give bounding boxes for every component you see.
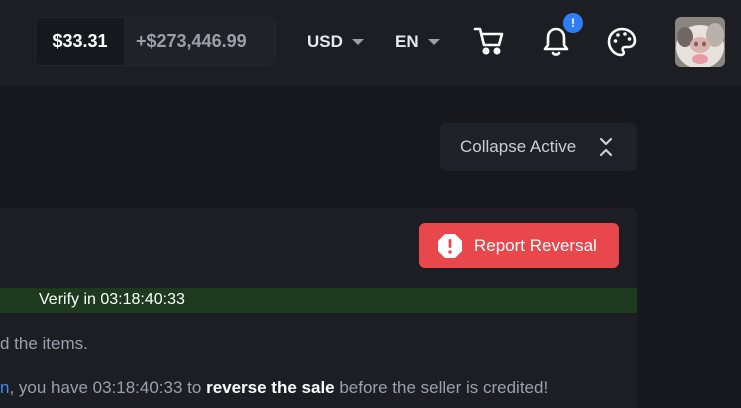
collapse-active-button[interactable]: Collapse Active	[440, 123, 637, 171]
top-bar: $33.31 +$273,446.99 USD EN !	[0, 0, 741, 86]
chevron-down-icon	[351, 39, 364, 45]
trade-instructions: n, you have 03:18:40:33 to reverse the s…	[0, 378, 548, 398]
report-reversal-button[interactable]: Report Reversal	[419, 223, 619, 268]
alert-octagon-icon	[437, 233, 463, 264]
collapse-icon	[599, 136, 613, 163]
balance-amount: $33.31	[52, 31, 108, 51]
collapse-active-label: Collapse Active	[460, 137, 577, 156]
pending-balance: +$273,446.99	[124, 18, 275, 65]
notification-badge: !	[563, 13, 583, 33]
reverse-sale-emphasis: reverse the sale	[206, 378, 335, 397]
report-reversal-label: Report Reversal	[474, 235, 597, 255]
chevron-down-icon	[427, 39, 440, 45]
balance-widget[interactable]: $33.31 +$273,446.99	[35, 17, 276, 66]
instructions-suffix: before the seller is credited!	[334, 378, 549, 397]
palette-icon[interactable]	[606, 26, 638, 58]
language-label: EN	[395, 32, 419, 51]
avatar[interactable]	[675, 17, 725, 67]
language-dropdown[interactable]: EN	[395, 31, 440, 53]
currency-dropdown[interactable]: USD	[307, 31, 364, 53]
trade-status-text: d the items.	[0, 334, 88, 353]
cart-icon[interactable]	[472, 26, 506, 56]
currency-label: USD	[307, 32, 343, 51]
instructions-mid: , you have 03:18:40:33 to	[9, 378, 207, 397]
verify-timer-text: Verify in 03:18:40:33	[39, 291, 185, 308]
verify-timer-bar: Verify in 03:18:40:33	[0, 288, 637, 313]
